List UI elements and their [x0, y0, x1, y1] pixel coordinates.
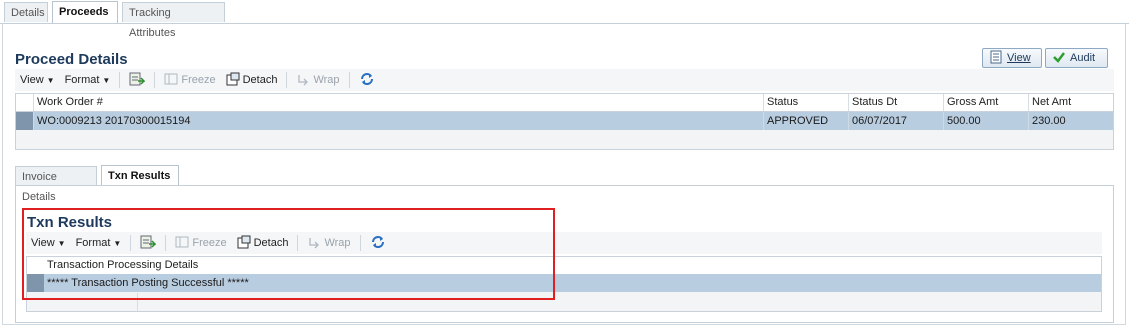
detach-icon: [226, 72, 240, 89]
format-menu-label: Format: [64, 74, 100, 86]
freeze-icon: [164, 72, 178, 89]
checkmark-icon: [1052, 50, 1066, 67]
audit-button[interactable]: Audit: [1045, 48, 1108, 68]
toolbar-divider: [286, 72, 288, 88]
detach-label: Detach: [242, 74, 278, 86]
toolbar-divider: [119, 72, 121, 88]
cell-gross-amt: 500.00: [943, 112, 1028, 130]
tab-details[interactable]: Details: [4, 2, 48, 22]
proceed-details-toolbar: View ▼ Format ▼ Freeze Detach Wrap: [15, 69, 1114, 91]
audit-button-label: Audit: [1070, 52, 1096, 64]
toolbar-divider: [348, 72, 350, 88]
view-menu[interactable]: View ▼: [15, 71, 60, 89]
detach-button[interactable]: Detach: [221, 71, 283, 89]
cell-status-dt: 06/07/2017: [848, 112, 943, 130]
wrap-button[interactable]: Wrap: [291, 71, 344, 89]
proceed-details-title: Proceed Details: [15, 51, 128, 68]
freeze-label: Freeze: [181, 74, 216, 86]
row-selector[interactable]: [16, 112, 33, 130]
column-header-status-dt[interactable]: Status Dt: [848, 94, 943, 111]
tab-proceeds[interactable]: Proceeds: [52, 1, 118, 23]
wrap-icon: [296, 72, 310, 89]
highlight-box: [22, 208, 555, 300]
column-header-gross-amt[interactable]: Gross Amt: [943, 94, 1028, 111]
row-selector-header: [16, 94, 33, 111]
chevron-down-icon: ▼: [46, 75, 55, 85]
view-button[interactable]: View: [982, 48, 1042, 68]
chevron-down-icon: ▼: [102, 75, 111, 85]
tab-invoice-details[interactable]: Invoice Details: [15, 166, 97, 203]
refresh-button[interactable]: [354, 71, 380, 89]
column-header-status[interactable]: Status: [763, 94, 848, 111]
format-menu[interactable]: Format ▼: [60, 71, 116, 89]
wrap-label: Wrap: [313, 74, 340, 86]
document-icon: [989, 50, 1003, 67]
freeze-button[interactable]: Freeze: [159, 71, 220, 89]
view-button-label: View: [1007, 52, 1031, 64]
column-header-work-order[interactable]: Work Order #: [33, 94, 763, 111]
tab-tracking-attributes[interactable]: Tracking Attributes: [122, 2, 225, 39]
column-header-net-amt[interactable]: Net Amt: [1028, 94, 1113, 111]
cell-work-order: WO:0009213 20170300015194: [33, 112, 763, 130]
toolbar-divider: [154, 72, 156, 88]
refresh-icon: [359, 71, 375, 90]
view-menu-label: View: [20, 74, 44, 86]
cell-status: APPROVED: [763, 112, 848, 130]
proceed-details-table: Work Order # Status Status Dt Gross Amt …: [15, 93, 1114, 150]
top-tabstrip: Details Proceeds Tracking Attributes: [0, 0, 1129, 39]
table-row[interactable]: WO:0009213 20170300015194 APPROVED 06/07…: [16, 112, 1113, 130]
table-header: Work Order # Status Status Dt Gross Amt …: [16, 94, 1113, 112]
export-icon: [129, 71, 147, 90]
export-button[interactable]: [124, 71, 150, 89]
tab-txn-results[interactable]: Txn Results: [101, 165, 179, 186]
cell-net-amt: 230.00: [1028, 112, 1113, 130]
